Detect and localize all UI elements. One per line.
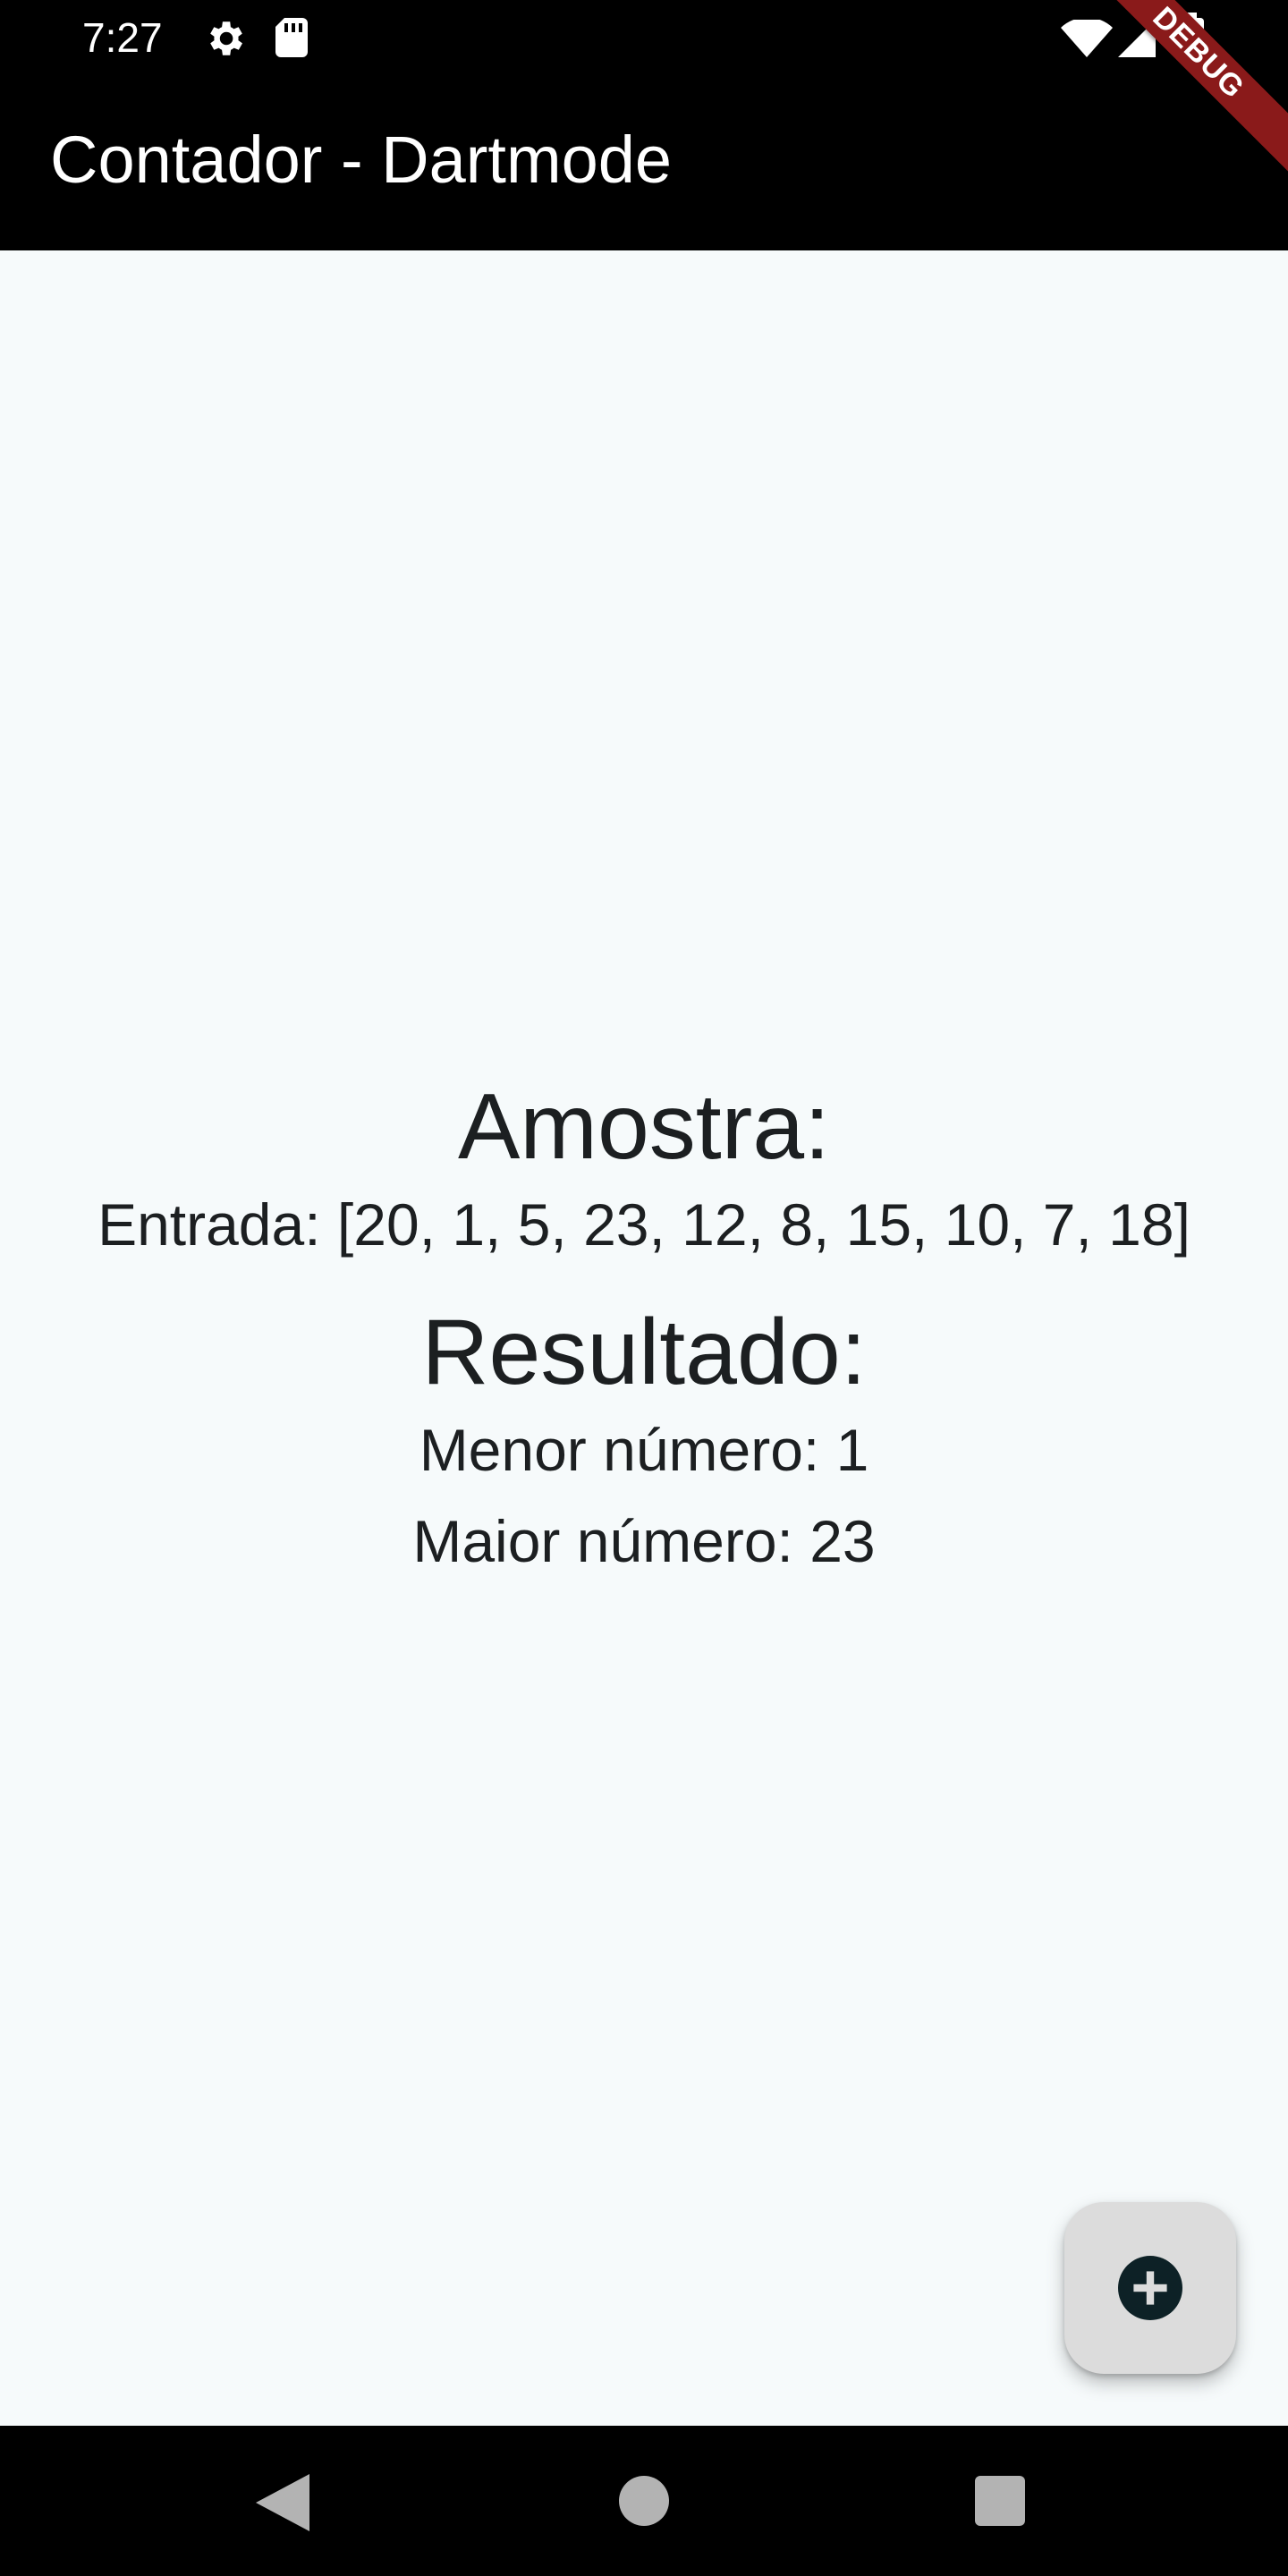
sample-heading: Amostra: [457,1075,831,1179]
home-icon[interactable] [619,2476,669,2526]
status-time: 7:27 [82,14,163,61]
app-title: Contador - Dartmode [50,123,673,197]
gear-icon [210,21,242,55]
sd-card-icon [275,18,308,57]
add-button[interactable] [1064,2202,1236,2374]
min-number-text: Menor número: 1 [419,1417,869,1483]
app-body: Amostra: Entrada: [20, 1, 5, 23, 12, 8, … [0,250,1288,2426]
phone-screen: 7:27 Contador - Dartmode DEBUG Amostra: … [0,0,1288,2576]
status-bar: 7:27 [0,0,1288,75]
navigation-bar [0,2426,1288,2576]
app-bar: Contador - Dartmode [0,75,1288,250]
result-heading: Resultado: [421,1301,867,1404]
max-number-text: Maior número: 23 [412,1508,876,1574]
recents-icon[interactable] [975,2476,1025,2526]
back-icon[interactable] [256,2474,309,2531]
input-text: Entrada: [20, 1, 5, 23, 12, 8, 15, 10, 7… [97,1191,1191,1258]
wifi-icon [1061,20,1113,57]
add-circle-icon [1118,2256,1182,2320]
